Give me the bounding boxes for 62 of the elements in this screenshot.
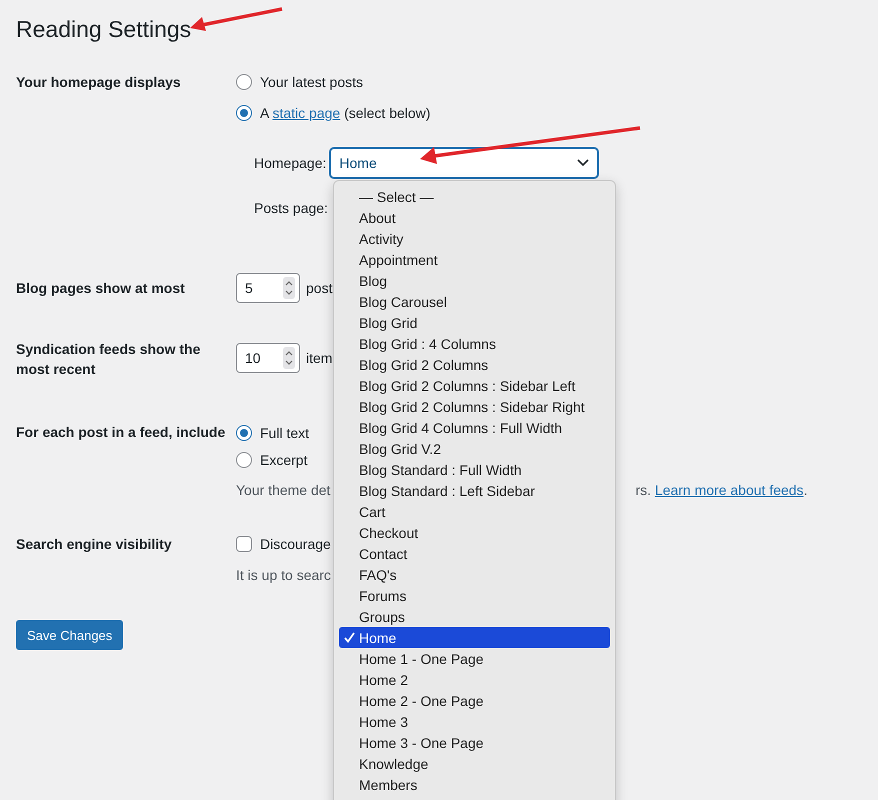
page-title: Reading Settings: [16, 15, 192, 44]
dropdown-option[interactable]: Blog Grid 2 Columns: [339, 354, 610, 375]
radio-button[interactable]: [236, 74, 252, 90]
dropdown-option[interactable]: Home 2 - One Page: [339, 690, 610, 711]
save-changes-button[interactable]: Save Changes: [16, 620, 124, 650]
dropdown-option[interactable]: Blog: [339, 270, 610, 291]
static-page-link[interactable]: static page: [272, 105, 340, 121]
dropdown-option[interactable]: Appointment: [339, 249, 610, 270]
number-field[interactable]: 10: [236, 343, 300, 373]
dropdown-option[interactable]: Activity: [339, 228, 610, 249]
option-label: Your latest posts: [260, 74, 363, 90]
dropdown-option[interactable]: Blog Standard : Full Width: [339, 459, 610, 480]
spinner-icon[interactable]: [283, 347, 295, 369]
field-label: Search engine visibility: [16, 535, 173, 554]
dropdown-option[interactable]: — Select —: [339, 186, 610, 207]
unit-label: post: [306, 280, 332, 296]
homepage-select[interactable]: Home: [330, 148, 598, 178]
checkbox-label: Discourage: [260, 536, 331, 552]
dropdown-option[interactable]: Home 2: [339, 669, 610, 690]
dropdown-option[interactable]: Home 3: [339, 711, 610, 732]
radio-button[interactable]: [236, 105, 252, 121]
radio-button[interactable]: [236, 425, 252, 441]
dropdown-option[interactable]: Knowledge: [339, 753, 610, 774]
dropdown-option[interactable]: Contact: [339, 543, 610, 564]
checkbox[interactable]: [236, 536, 252, 552]
dropdown-option[interactable]: Blog Grid : 4 Columns: [339, 333, 610, 354]
dropdown-option[interactable]: Groups: [339, 606, 610, 627]
dropdown-option[interactable]: Home 3 - One Page: [339, 732, 610, 753]
dropdown-option[interactable]: FAQ's: [339, 564, 610, 585]
dropdown-option[interactable]: Checkout: [339, 522, 610, 543]
dropdown-option[interactable]: Blog Grid 2 Columns : Sidebar Right: [339, 396, 610, 417]
note-text: It is up to searc: [236, 567, 331, 583]
chevron-icon: [577, 159, 590, 167]
dropdown-option[interactable]: Blog Carousel: [339, 291, 610, 312]
dropdown-option[interactable]: Home 1 - One Page: [339, 648, 610, 669]
dropdown-option[interactable]: About: [339, 207, 610, 228]
option-label: A static page (select below): [260, 105, 430, 121]
dropdown-option[interactable]: Cart: [339, 501, 610, 522]
description-text: rs. Learn more about feeds.: [635, 482, 808, 498]
dropdown-option[interactable]: Forums: [339, 585, 610, 606]
dropdown-option[interactable]: Members: [339, 774, 610, 795]
posts-page-label: Posts page:: [254, 200, 328, 216]
checkmark-icon: [344, 632, 355, 643]
homepage-label: Homepage:: [254, 155, 326, 171]
option-label: Full text: [260, 425, 310, 441]
unit-label: item: [306, 350, 332, 366]
spinner-icon[interactable]: [283, 277, 295, 299]
field-label: Syndication feeds show the most recent: [16, 340, 202, 379]
field-label: Your homepage displays: [16, 73, 182, 92]
dropdown-option[interactable]: Blog Grid V.2: [339, 438, 610, 459]
radio-button[interactable]: [236, 452, 252, 468]
option-label: Excerpt: [260, 452, 308, 468]
field-label: Blog pages show at most: [16, 279, 186, 298]
dropdown-option[interactable]: Blog Standard : Left Sidebar: [339, 480, 610, 501]
number-field[interactable]: 5: [236, 273, 300, 303]
dropdown-option[interactable]: Blog Grid 4 Columns : Full Width: [339, 417, 610, 438]
dropdown-option[interactable]: Home: [339, 627, 610, 648]
description-text: Your theme det: [236, 482, 330, 498]
dropdown-option[interactable]: Blog Grid 2 Columns : Sidebar Left: [339, 375, 610, 396]
feeds-link[interactable]: Learn more about feeds: [654, 482, 804, 498]
dropdown-option[interactable]: Blog Grid: [339, 312, 610, 333]
field-label: For each post in a feed, include: [16, 423, 226, 442]
